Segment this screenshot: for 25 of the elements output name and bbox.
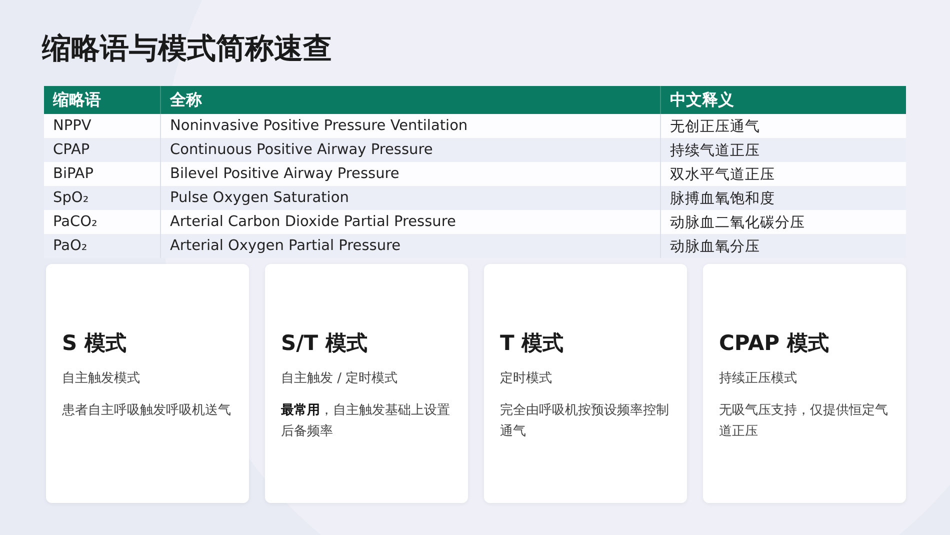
card-subtitle: 自主触发 / 定时模式	[281, 370, 399, 388]
table-cell: 双水平气道正压	[660, 162, 906, 186]
card-title: T 模式	[500, 330, 565, 357]
card-description: 患者自主呼吸触发呼吸机送气	[62, 402, 232, 420]
card-title: S/T 模式	[281, 330, 368, 357]
column-header: 中文释义	[660, 86, 906, 114]
table-cell: 无创正压通气	[660, 114, 906, 138]
table-cell: BiPAP	[44, 162, 160, 186]
page-title: 缩略语与模式简称速查	[42, 30, 333, 67]
table-cell: PaCO₂	[44, 210, 160, 234]
table-cell: Bilevel Positive Airway Pressure	[160, 162, 660, 186]
table-cell: 动脉血二氧化碳分压	[660, 210, 906, 234]
table-cell: NPPV	[44, 114, 160, 138]
card-title: S 模式	[62, 330, 128, 357]
card-subtitle: 定时模式	[500, 370, 553, 388]
card-subtitle: 持续正压模式	[719, 370, 798, 388]
table-cell: Noninvasive Positive Pressure Ventilation	[160, 114, 660, 138]
card-description: 完全由呼吸机按预设频率控制通气	[500, 402, 670, 441]
column-header: 缩略语	[44, 86, 160, 114]
card-subtitle: 自主触发模式	[62, 370, 141, 388]
table-cell: Arterial Carbon Dioxide Partial Pressure	[160, 210, 660, 234]
card-description: 无吸气压支持，仅提供恒定气道正压	[719, 402, 889, 441]
column-header: 全称	[160, 86, 660, 114]
card-description: 最常用，自主触发基础上设置后备频率	[281, 402, 451, 441]
card-title: CPAP 模式	[719, 330, 830, 357]
